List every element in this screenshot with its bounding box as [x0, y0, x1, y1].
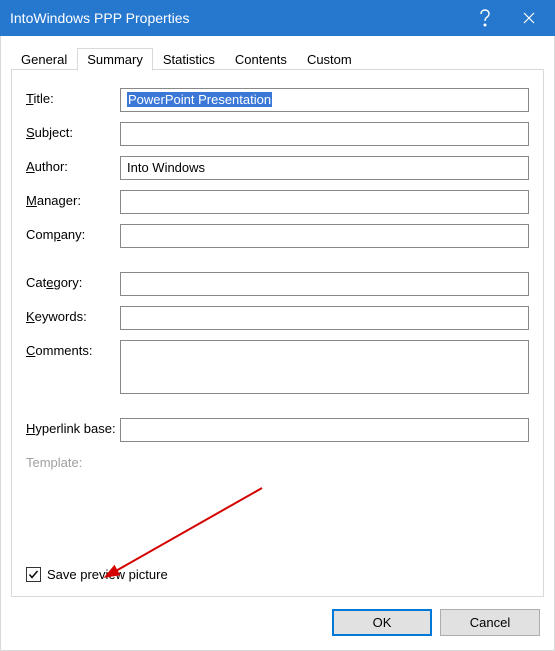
title-bar: IntoWindows PPP Properties	[0, 0, 555, 36]
check-icon	[28, 569, 39, 580]
manager-input[interactable]	[120, 190, 529, 214]
save-preview-checkbox-row[interactable]: Save preview picture	[26, 567, 168, 582]
category-label: Category:	[26, 272, 120, 290]
comments-label: Comments:	[26, 340, 120, 358]
author-label: Author:	[26, 156, 120, 174]
category-input[interactable]	[120, 272, 529, 296]
close-button[interactable]	[507, 0, 551, 36]
hyperlink-base-input[interactable]	[120, 418, 529, 442]
company-input[interactable]	[120, 224, 529, 248]
tab-general[interactable]: General	[11, 48, 77, 70]
title-label: Title:	[26, 88, 120, 106]
title-input[interactable]: PowerPoint Presentation	[120, 88, 529, 112]
tab-contents[interactable]: Contents	[225, 48, 297, 70]
tab-summary[interactable]: Summary	[77, 48, 153, 71]
help-icon	[479, 9, 491, 27]
close-icon	[523, 12, 535, 24]
author-input[interactable]: Into Windows	[120, 156, 529, 180]
tab-custom[interactable]: Custom	[297, 48, 362, 70]
manager-label: Manager:	[26, 190, 120, 208]
ok-button[interactable]: OK	[332, 609, 432, 636]
comments-input[interactable]	[120, 340, 529, 394]
tab-panel-summary: Title: PowerPoint Presentation Subject: …	[11, 69, 544, 597]
save-preview-checkbox[interactable]	[26, 567, 41, 582]
subject-label: Subject:	[26, 122, 120, 140]
template-label: Template:	[26, 452, 120, 470]
tab-statistics[interactable]: Statistics	[153, 48, 225, 70]
button-bar: OK Cancel	[11, 597, 544, 636]
dialog-content: General Summary Statistics Contents Cust…	[0, 36, 555, 651]
cancel-button[interactable]: Cancel	[440, 609, 540, 636]
subject-input[interactable]	[120, 122, 529, 146]
tab-strip: General Summary Statistics Contents Cust…	[11, 46, 544, 70]
window-title: IntoWindows PPP Properties	[10, 10, 463, 26]
company-label: Company:	[26, 224, 120, 242]
save-preview-label: Save preview picture	[47, 567, 168, 582]
help-button[interactable]	[463, 0, 507, 36]
keywords-input[interactable]	[120, 306, 529, 330]
hyperlink-base-label: Hyperlink base:	[26, 418, 120, 436]
keywords-label: Keywords:	[26, 306, 120, 324]
